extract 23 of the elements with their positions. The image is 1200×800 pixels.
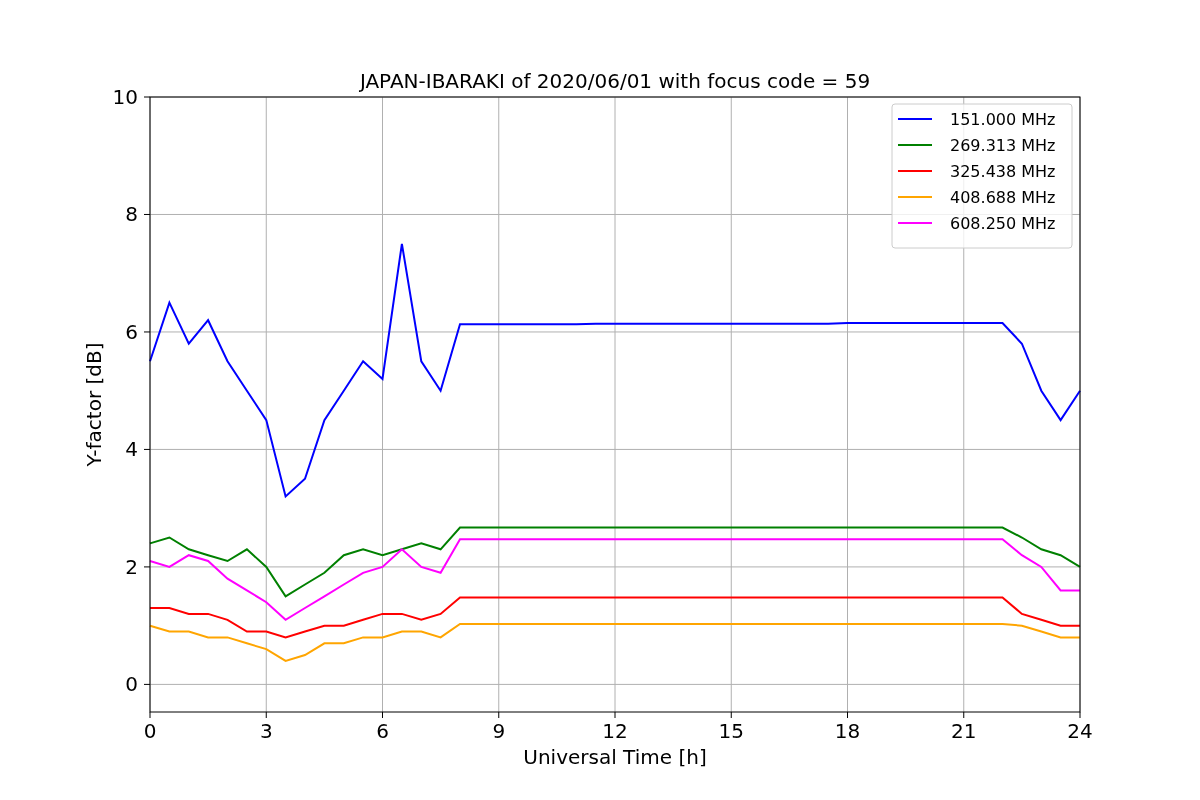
- x-tick-label: 12: [602, 719, 628, 743]
- y-tick-label: 0: [125, 672, 138, 697]
- x-tick-label: 9: [492, 719, 506, 743]
- x-tick-label: 21: [951, 719, 977, 743]
- y-tick-label: 8: [125, 202, 138, 227]
- y-tick-label: 6: [125, 319, 138, 344]
- x-tick-label: 3: [259, 719, 273, 743]
- legend-label: 408.688 MHz: [950, 188, 1056, 207]
- x-tick-label: 6: [376, 719, 389, 743]
- x-tick-label: 18: [834, 719, 861, 743]
- y-axis-label: Y-factor [dB]: [82, 342, 106, 467]
- legend-label: 325.438 MHz: [950, 162, 1056, 181]
- legend-label: 608.250 MHz: [950, 214, 1056, 233]
- y-tick-label: 2: [125, 554, 138, 579]
- x-tick-label: 0: [143, 719, 157, 743]
- chart-title: JAPAN-IBARAKI of 2020/06/01 with focus code = 59: [359, 69, 871, 93]
- legend-label: 269.313 MHz: [950, 136, 1056, 155]
- x-tick-label: 15: [718, 719, 744, 743]
- x-axis-label: Universal Time [h]: [523, 745, 707, 769]
- legend-label: 151.000 MHz: [950, 110, 1056, 129]
- y-tick-label: 4: [125, 437, 138, 462]
- y-tick-label: 10: [112, 85, 138, 109]
- x-tick-label: 24: [1067, 719, 1093, 743]
